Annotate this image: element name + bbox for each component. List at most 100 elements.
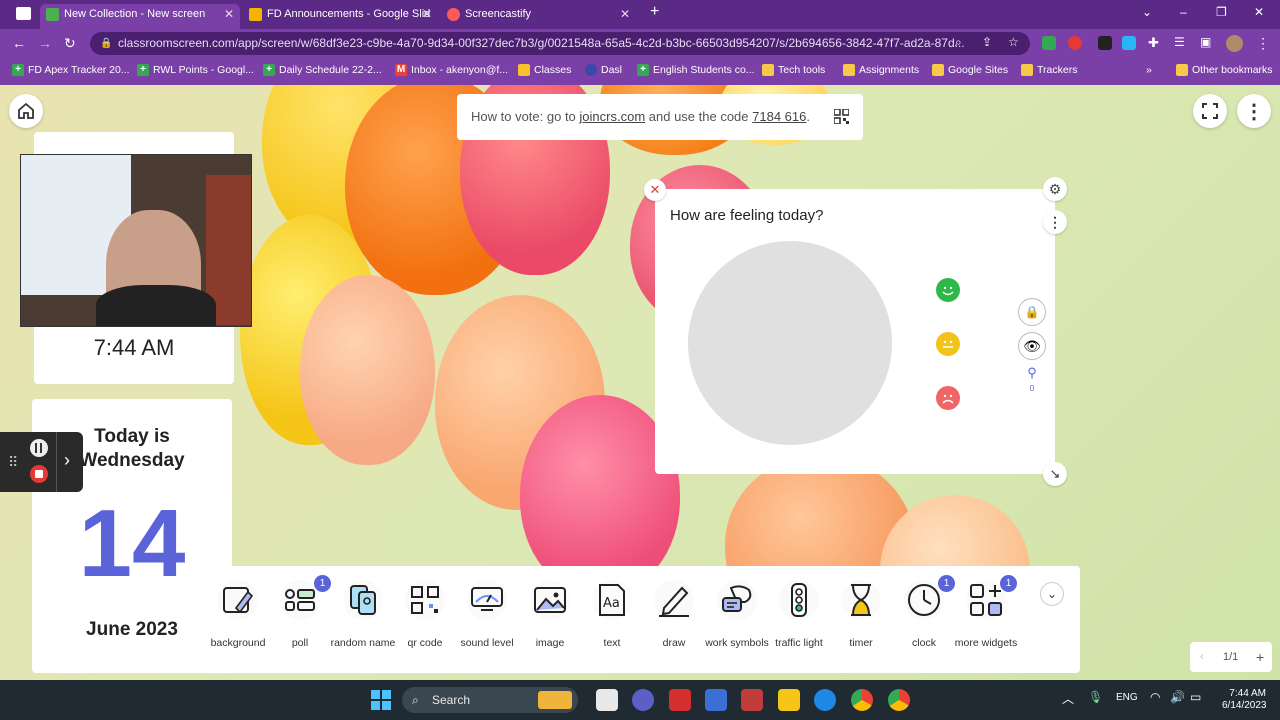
traffic-light-icon bbox=[779, 580, 819, 620]
extension-icon[interactable] bbox=[1122, 36, 1136, 50]
chrome-menu-icon[interactable]: ⋮ bbox=[1256, 35, 1270, 52]
close-widget-button[interactable]: ✕ bbox=[644, 179, 666, 201]
vote-instructions: How to vote: go to joincrs.com and use t… bbox=[457, 94, 863, 140]
profile-avatar[interactable] bbox=[1226, 35, 1243, 52]
snipping-tool-icon[interactable] bbox=[741, 689, 763, 711]
date-weekday: Wednesday bbox=[79, 450, 185, 471]
bookmark-item[interactable]: Dasl bbox=[585, 64, 622, 76]
fullscreen-button[interactable] bbox=[1193, 94, 1227, 128]
pause-recording-button[interactable] bbox=[30, 439, 48, 457]
eye-icon: 👁 bbox=[1023, 338, 1041, 354]
close-tab-icon[interactable]: ✕ bbox=[620, 4, 630, 25]
neutral-face-icon[interactable] bbox=[936, 332, 960, 356]
language-indicator[interactable]: ENG bbox=[1116, 692, 1138, 703]
add-screen-icon[interactable]: + bbox=[1256, 642, 1264, 672]
bookmark-item[interactable]: Classes bbox=[518, 64, 571, 76]
search-highlight-icon bbox=[538, 691, 572, 709]
maximize-icon[interactable]: ❐ bbox=[1216, 5, 1227, 19]
extension-icon[interactable] bbox=[1098, 36, 1112, 50]
battery-icon[interactable]: ▭ bbox=[1190, 690, 1201, 704]
acrobat-icon[interactable] bbox=[669, 689, 691, 711]
bookmark-item[interactable]: + FD Apex Tracker 20... bbox=[12, 64, 130, 76]
collapse-toolbar-chevron-icon[interactable]: ⌄ bbox=[1040, 582, 1064, 606]
bookmarks-overflow-icon[interactable]: » bbox=[1146, 64, 1152, 76]
drag-handle-icon[interactable]: ⠿ bbox=[8, 454, 18, 471]
close-tab-icon[interactable]: ✕ bbox=[224, 4, 234, 25]
resize-handle-icon[interactable]: ↘ bbox=[1043, 462, 1067, 486]
tab-screencastify[interactable]: Screencastify ✕ bbox=[441, 4, 636, 29]
gmail-icon[interactable] bbox=[16, 7, 31, 20]
taskbar-search[interactable]: ⌕ Search bbox=[402, 687, 578, 713]
expand-chevron-icon[interactable]: › bbox=[64, 450, 70, 471]
qr-code-icon[interactable] bbox=[834, 109, 849, 124]
windows-start-icon[interactable] bbox=[371, 690, 391, 710]
stop-recording-button[interactable] bbox=[30, 465, 48, 483]
tab-fd-announcements[interactable]: FD Announcements - Google Slid ✕ bbox=[243, 4, 438, 29]
url-input[interactable]: 🔒 classroomscreen.com/app/screen/w/68df3… bbox=[90, 32, 1030, 55]
tray-overflow-icon[interactable]: ︿ bbox=[1062, 690, 1074, 707]
outlook-icon[interactable] bbox=[705, 689, 727, 711]
side-panel-icon[interactable]: ▣ bbox=[1200, 35, 1211, 49]
folder-icon bbox=[843, 64, 855, 76]
bookmark-item[interactable]: + Daily Schedule 22-2... bbox=[263, 64, 382, 76]
reload-icon[interactable]: ↻ bbox=[64, 35, 76, 52]
close-tab-icon[interactable]: ✕ bbox=[422, 4, 432, 25]
webcam-overlay[interactable] bbox=[20, 154, 252, 327]
zoom-icon[interactable]: ⌕ bbox=[955, 35, 962, 50]
random-name-icon bbox=[343, 580, 383, 620]
google-slides-favicon-icon bbox=[249, 8, 262, 21]
tab-search-chevron-icon[interactable]: ⌄ bbox=[1142, 5, 1152, 19]
bookmark-folder[interactable]: Assignments bbox=[843, 64, 919, 76]
show-results-button[interactable]: 👁 bbox=[1018, 332, 1046, 360]
widget-options-icon[interactable]: ⋮ bbox=[1043, 210, 1067, 234]
bookmark-folder-other[interactable]: Other bookmarks bbox=[1176, 64, 1273, 76]
qr-code-icon bbox=[405, 580, 445, 620]
poll-question: How are feeling today? bbox=[670, 207, 824, 224]
poll-widget[interactable]: How are feeling today? bbox=[655, 189, 1055, 474]
prev-screen-icon[interactable]: ‹ bbox=[1200, 642, 1204, 672]
bookmark-star-icon[interactable]: ☆ bbox=[1008, 35, 1019, 49]
chrome-icon[interactable] bbox=[888, 689, 910, 711]
menu-button[interactable]: ⋮ bbox=[1237, 94, 1271, 128]
hourglass-icon bbox=[841, 580, 881, 620]
extension-icon[interactable] bbox=[1042, 36, 1056, 50]
edge-icon[interactable] bbox=[814, 689, 836, 711]
sheets-icon: + bbox=[637, 64, 649, 76]
folder-icon[interactable] bbox=[778, 689, 800, 711]
bookmark-folder[interactable]: Trackers bbox=[1021, 64, 1077, 76]
teams-icon[interactable] bbox=[632, 689, 654, 711]
sheets-icon: + bbox=[12, 64, 24, 76]
chrome-icon[interactable] bbox=[851, 689, 873, 711]
bookmark-folder[interactable]: Google Sites bbox=[932, 64, 1008, 76]
bookmark-item[interactable]: M Inbox - akenyon@f... bbox=[395, 64, 508, 76]
file-explorer-icon[interactable] bbox=[596, 689, 618, 711]
home-button[interactable] bbox=[9, 94, 43, 128]
bookmarks-bar: + FD Apex Tracker 20... + RWL Points - Goo… bbox=[0, 58, 1280, 85]
close-window-icon[interactable]: ✕ bbox=[1254, 5, 1264, 19]
gmail-icon: M bbox=[395, 64, 407, 76]
minimize-icon[interactable]: – bbox=[1180, 5, 1187, 19]
wifi-icon[interactable]: ◠ bbox=[1150, 690, 1160, 704]
folder-icon bbox=[1021, 64, 1033, 76]
bookmark-item[interactable]: + RWL Points - Googl... bbox=[137, 64, 254, 76]
vote-code[interactable]: 7184 616 bbox=[752, 109, 806, 124]
bookmark-item[interactable]: + English Students co... bbox=[637, 64, 755, 76]
taskbar-clock[interactable]: 7:44 AM 6/14/2023 bbox=[1222, 688, 1267, 712]
vote-site-link[interactable]: joincrs.com bbox=[579, 109, 645, 124]
settings-gear-icon[interactable]: ⚙ bbox=[1043, 177, 1067, 201]
back-icon[interactable]: ← bbox=[12, 35, 26, 51]
happy-face-icon[interactable] bbox=[936, 278, 960, 302]
extensions-puzzle-icon[interactable]: ✚ bbox=[1148, 35, 1159, 51]
tab-new-collection[interactable]: New Collection - New screen ✕ bbox=[40, 4, 240, 29]
search-icon: ⌕ bbox=[412, 693, 419, 707]
share-icon[interactable]: ⇪ bbox=[982, 35, 992, 49]
extension-icon[interactable] bbox=[1068, 36, 1082, 50]
sad-face-icon[interactable] bbox=[936, 386, 960, 410]
forward-icon[interactable]: → bbox=[38, 35, 52, 51]
volume-icon[interactable]: 🔊 bbox=[1170, 690, 1185, 704]
new-tab-icon[interactable]: + bbox=[650, 3, 659, 21]
reading-list-icon[interactable]: ☰ bbox=[1174, 35, 1185, 49]
bookmark-folder[interactable]: Tech tools bbox=[762, 64, 825, 76]
lock-poll-button[interactable]: 🔒 bbox=[1018, 298, 1046, 326]
microphone-icon[interactable]: 🎙 bbox=[1088, 690, 1103, 704]
